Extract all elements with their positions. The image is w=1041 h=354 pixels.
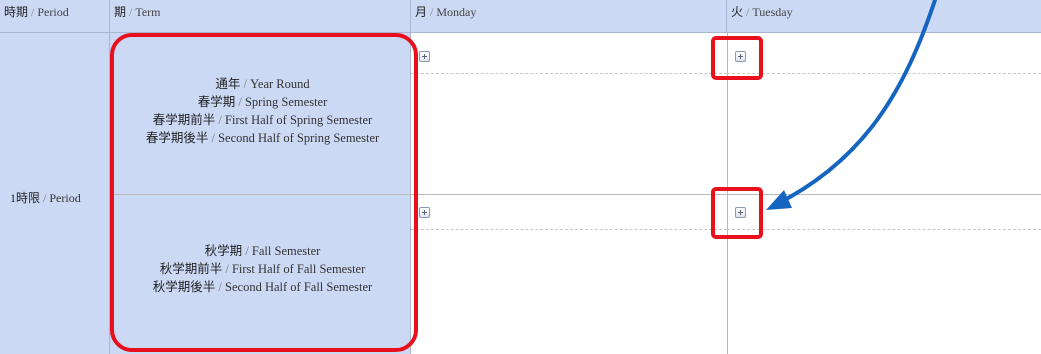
curved-arrow-icon <box>766 0 937 210</box>
timetable-grid: 時期 / Period 期 / Term 月 / Monday 火 / Tues… <box>0 0 1041 354</box>
